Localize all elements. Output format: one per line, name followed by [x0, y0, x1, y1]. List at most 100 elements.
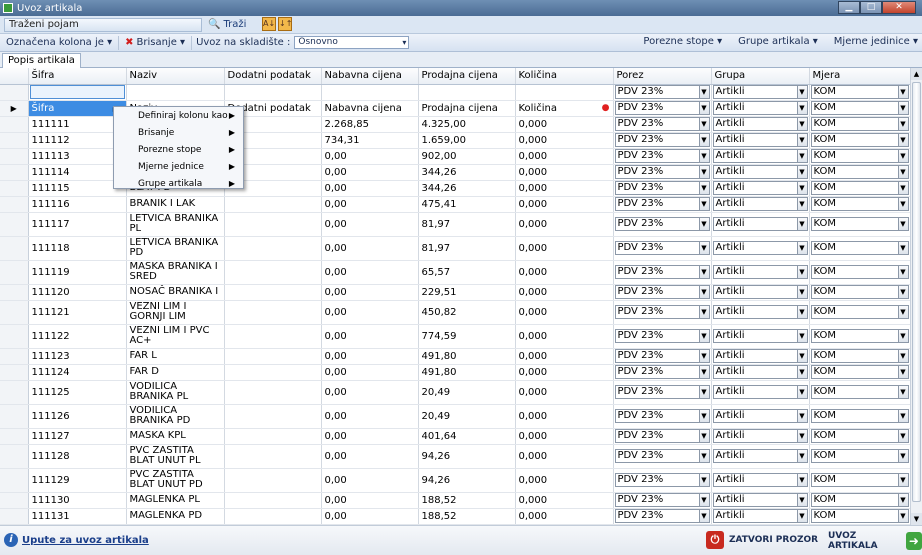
- cell-dodatni[interactable]: [224, 444, 322, 469]
- cell-mjera[interactable]: KOM ▼: [809, 132, 910, 149]
- cell-grupa[interactable]: Artikli ▼: [711, 284, 810, 301]
- column-header-naziv[interactable]: Naziv: [126, 68, 225, 85]
- cell-prodajna[interactable]: 344,26: [418, 164, 516, 181]
- chevron-down-icon[interactable]: ▼: [897, 118, 908, 130]
- chevron-down-icon[interactable]: ▼: [698, 242, 709, 254]
- cell-porez[interactable]: PDV 23% ▼: [613, 132, 712, 149]
- row-indicator[interactable]: [0, 324, 29, 349]
- cell-mjera[interactable]: KOM ▼: [809, 380, 910, 405]
- chevron-down-icon[interactable]: ▼: [897, 474, 908, 486]
- cell-prodajna[interactable]: 902,00: [418, 148, 516, 165]
- cell-porez[interactable]: PDV 23% ▼: [613, 180, 712, 197]
- cell-grupa[interactable]: Artikli ▼: [711, 492, 810, 509]
- chevron-down-icon[interactable]: ▼: [897, 150, 908, 162]
- cell-mjera[interactable]: KOM ▼: [809, 404, 910, 429]
- cell-porez[interactable]: PDV 23% ▼: [613, 468, 712, 493]
- column-header-sifra[interactable]: Šifra: [28, 68, 127, 85]
- cell-mjera[interactable]: KOM ▼: [809, 260, 910, 285]
- chevron-down-icon[interactable]: ▼: [897, 494, 908, 506]
- cell-naziv[interactable]: NOSAČ BRANIKA I: [126, 284, 225, 301]
- row-indicator[interactable]: [0, 428, 29, 445]
- chevron-down-icon[interactable]: ▼: [796, 218, 807, 230]
- cell-naziv[interactable]: MASKA BRANIKA I SRED: [126, 260, 225, 285]
- chevron-down-icon[interactable]: ▼: [897, 366, 908, 378]
- chevron-down-icon[interactable]: ▼: [796, 286, 807, 298]
- close-window-footer-button[interactable]: ⏻ ZATVORI PROZOR: [706, 531, 818, 549]
- marked-column-menu[interactable]: Označena kolona je ▾: [0, 35, 120, 50]
- chevron-down-icon[interactable]: ▼: [897, 182, 908, 194]
- cell-dodatni[interactable]: [224, 324, 322, 349]
- cell-naziv[interactable]: VEZNI LIM I PVC AC+: [126, 324, 225, 349]
- cell-grupa[interactable]: Artikli ▼: [711, 164, 810, 181]
- cell-sifra[interactable]: 111113: [28, 148, 127, 165]
- porez-combo[interactable]: PDV 23% ▼: [614, 149, 710, 163]
- row-indicator[interactable]: [0, 444, 29, 469]
- cell-mjera[interactable]: KOM ▼: [809, 428, 910, 445]
- grupa-combo[interactable]: Artikli ▼: [712, 165, 808, 179]
- mjera-combo[interactable]: KOM ▼: [810, 349, 909, 363]
- mjera-combo[interactable]: KOM ▼: [810, 509, 909, 523]
- chevron-down-icon[interactable]: ▼: [796, 306, 807, 318]
- close-window-button[interactable]: ✕: [882, 1, 916, 14]
- cell-kolicina[interactable]: 0,000: [515, 428, 614, 445]
- mjera-combo[interactable]: KOM ▼: [810, 165, 909, 179]
- cell-kolicina[interactable]: 0,000: [515, 196, 614, 213]
- grupa-combo[interactable]: Artikli ▼: [712, 429, 808, 443]
- cell-mjera[interactable]: KOM ▼: [809, 468, 910, 493]
- cell-porez[interactable]: PDV 23% ▼: [613, 212, 712, 237]
- mjera-combo[interactable]: KOM ▼: [810, 181, 909, 195]
- cell-mjera[interactable]: KOM ▼: [809, 492, 910, 509]
- cell-kolicina[interactable]: 0,000: [515, 116, 614, 133]
- cell-sifra[interactable]: 111118: [28, 236, 127, 261]
- grupa-combo[interactable]: Artikli ▼: [712, 329, 808, 343]
- cell-dodatni[interactable]: [224, 212, 322, 237]
- cell-sifra[interactable]: 111126: [28, 404, 127, 429]
- row-indicator[interactable]: [0, 492, 29, 509]
- cell-porez[interactable]: PDV 23% ▼: [613, 324, 712, 349]
- cell-naziv[interactable]: LETVICA BRANIKA PL: [126, 212, 225, 237]
- grupa-combo[interactable]: Artikli ▼: [712, 241, 808, 255]
- cell-sifra[interactable]: 111119: [28, 260, 127, 285]
- porez-combo[interactable]: PDV 23% ▼: [614, 265, 710, 279]
- chevron-down-icon[interactable]: ▼: [698, 286, 709, 298]
- cell-porez[interactable]: PDV 23% ▼: [613, 380, 712, 405]
- chevron-down-icon[interactable]: ▼: [897, 266, 908, 278]
- cell-grupa[interactable]: Artikli ▼: [711, 468, 810, 493]
- row-indicator[interactable]: [0, 260, 29, 285]
- mjera-combo[interactable]: KOM ▼: [810, 133, 909, 147]
- cell-kolicina[interactable]: 0,000: [515, 180, 614, 197]
- porez-combo[interactable]: PDV 23% ▼: [614, 385, 710, 399]
- porez-combo[interactable]: PDV 23% ▼: [614, 473, 710, 487]
- cell-grupa[interactable]: Artikli ▼: [711, 364, 810, 381]
- cell-naziv[interactable]: PVC ZAŠTITA BLAT UNUT PD: [126, 468, 225, 493]
- mjera-combo[interactable]: KOM ▼: [810, 149, 909, 163]
- row-indicator[interactable]: [0, 348, 29, 365]
- cell-dodatni[interactable]: [224, 284, 322, 301]
- cell-kolicina[interactable]: 0,000: [515, 164, 614, 181]
- porez-combo[interactable]: PDV 23% ▼: [614, 409, 710, 423]
- cell-dodatni[interactable]: [224, 380, 322, 405]
- cell-grupa[interactable]: Artikli ▼: [711, 212, 810, 237]
- chevron-down-icon[interactable]: ▼: [897, 286, 908, 298]
- chevron-down-icon[interactable]: ▼: [698, 410, 709, 422]
- cell-kolicina[interactable]: 0,000: [515, 212, 614, 237]
- row-indicator[interactable]: [0, 284, 29, 301]
- cell-porez[interactable]: PDV 23% ▼: [613, 284, 712, 301]
- cell-naziv[interactable]: BRANIK I LAK: [126, 196, 225, 213]
- mjera-combo[interactable]: KOM ▼: [810, 429, 909, 443]
- cell-sifra[interactable]: 111122: [28, 324, 127, 349]
- cell-grupa[interactable]: Artikli ▼: [711, 404, 810, 429]
- cell-nabavna[interactable]: 0,00: [321, 164, 419, 181]
- cell-prodajna[interactable]: 774,59: [418, 324, 516, 349]
- chevron-down-icon[interactable]: ▼: [796, 266, 807, 278]
- chevron-down-icon[interactable]: ▼: [897, 430, 908, 442]
- cell-porez[interactable]: PDV 23% ▼: [613, 444, 712, 469]
- sort-asc-button[interactable]: A↓: [262, 17, 276, 31]
- mapping-cell-nabavna[interactable]: Nabavna cijena: [321, 100, 419, 117]
- cell-kolicina[interactable]: 0,000: [515, 492, 614, 509]
- import-items-button[interactable]: UVOZ ARTIKALA ➜: [828, 531, 922, 551]
- column-header-grupa[interactable]: Grupa: [711, 68, 810, 85]
- cell-grupa[interactable]: Artikli ▼: [711, 132, 810, 149]
- chevron-down-icon[interactable]: ▼: [698, 218, 709, 230]
- cell-nabavna[interactable]: 0,00: [321, 180, 419, 197]
